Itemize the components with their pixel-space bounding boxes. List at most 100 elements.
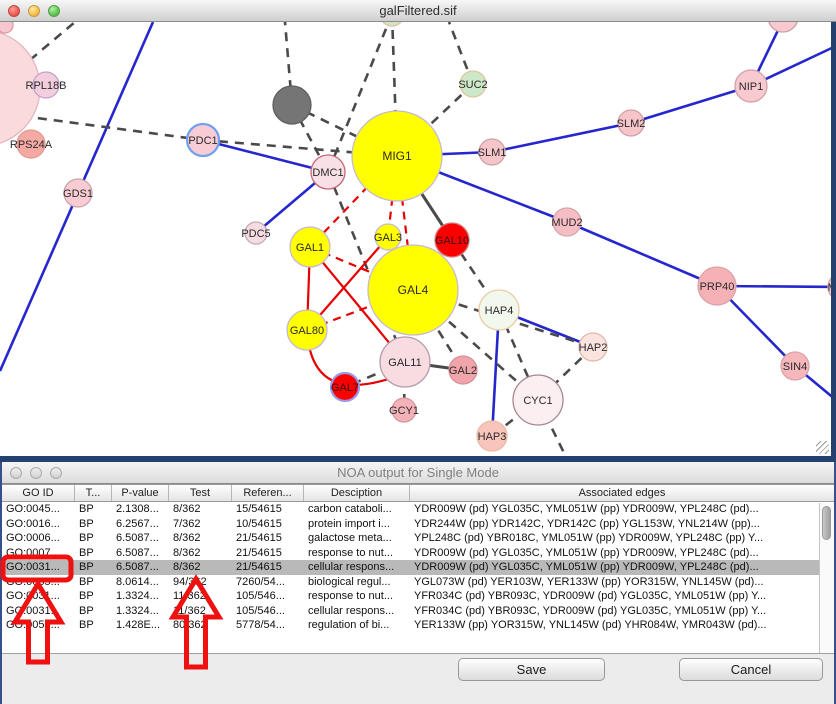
node-label: HAP3 <box>478 431 507 443</box>
table-cell: GO:0031... <box>2 604 75 619</box>
network-canvas[interactable]: RPL18BRPS24AGDS1PDC1PDC5DMC1SUC2SLM1SLM2… <box>0 22 836 456</box>
table-row[interactable]: GO:0065...BP8.0614...94/3627260/54...bio… <box>2 575 834 590</box>
table-cell: BP <box>75 575 112 590</box>
table-cell: YFR034C (pd) YBR093C, YDR009W (pd) YGL03… <box>410 589 834 604</box>
edge[interactable] <box>30 22 75 60</box>
node-label: GAL11 <box>388 357 421 369</box>
table-cell: carbon cataboli... <box>304 502 410 517</box>
table-cell: cellular respons... <box>304 560 410 575</box>
table-cell: biological regul... <box>304 575 410 590</box>
table-row[interactable]: GO:0031...BP1.3324...11/362105/546...res… <box>2 589 834 604</box>
table-cell: BP <box>75 546 112 561</box>
table-cell: 15/54615 <box>232 502 304 517</box>
table-cell: GO:0045... <box>2 502 75 517</box>
table-cell: GO:0031... <box>2 560 75 575</box>
table-cell: 6.2567... <box>112 517 169 532</box>
table-cell: 8/362 <box>169 546 232 561</box>
table-cell: GO:0050... <box>2 618 75 633</box>
table-cell: BP <box>75 618 112 633</box>
network-window-title: galFiltered.sif <box>0 3 836 18</box>
table-cell: 7/362 <box>169 517 232 532</box>
edge[interactable] <box>22 116 203 140</box>
table-cell: 8/362 <box>169 502 232 517</box>
noa-titlebar[interactable]: NOA output for Single Mode <box>2 462 834 484</box>
table-cell: GO:0016... <box>2 517 75 532</box>
table-cell: regulation of bi... <box>304 618 410 633</box>
column-header[interactable]: Test <box>169 485 232 501</box>
network-titlebar[interactable]: galFiltered.sif <box>0 0 836 22</box>
node-label: SLM2 <box>617 118 646 130</box>
table-cell: 10/54615 <box>232 517 304 532</box>
table-cell: 6.5087... <box>112 546 169 561</box>
table-cell: YPL248C (pd) YBR018C, YML051W (pp) YDR00… <box>410 531 834 546</box>
node-label: RPL18B <box>26 80 67 92</box>
table-header[interactable]: GO IDT...P-valueTestReferen...Desciption… <box>2 485 834 502</box>
column-header[interactable]: GO ID <box>2 485 75 501</box>
table-cell: YDR009W (pd) YGL035C, YML051W (pp) YDR00… <box>410 560 834 575</box>
noa-window: NOA output for Single Mode GO IDT...P-va… <box>0 462 836 704</box>
scrollbar-thumb[interactable] <box>822 506 831 540</box>
table-cell: protein import i... <box>304 517 410 532</box>
window-edge-right <box>831 22 836 462</box>
table-cell: 105/546... <box>232 604 304 619</box>
results-table: GO IDT...P-valueTestReferen...Desciption… <box>2 484 834 654</box>
edge[interactable] <box>631 86 751 123</box>
network-window: galFiltered.sif RPL18BRPS24AGDS1PDC1PDC5… <box>0 0 836 462</box>
table-row[interactable]: GO:0006...BP6.5087...8/36221/54615galact… <box>2 531 834 546</box>
node-label: MIG1 <box>382 149 412 163</box>
desktop: galFiltered.sif RPL18BRPS24AGDS1PDC1PDC5… <box>0 0 836 704</box>
node-label: HAP2 <box>579 342 608 354</box>
table-cell: 1.428E... <box>112 618 169 633</box>
table-cell: galactose meta... <box>304 531 410 546</box>
table-cell: BP <box>75 589 112 604</box>
node-label: CYC1 <box>523 395 552 407</box>
resize-grip[interactable] <box>816 441 829 454</box>
table-cell: BP <box>75 604 112 619</box>
table-cell: YDR244W (pp) YDR142C, YDR142C (pp) YGL15… <box>410 517 834 532</box>
edge[interactable] <box>203 140 328 172</box>
table-row[interactable]: GO:0031...BP6.5087...8/36221/54615cellul… <box>2 560 834 575</box>
edge[interactable] <box>492 123 631 152</box>
column-header[interactable]: P-value <box>112 485 169 501</box>
table-cell: 2.1308... <box>112 502 169 517</box>
node-label: PRP40 <box>700 281 735 293</box>
table-cell: 21/54615 <box>232 560 304 575</box>
table-cell: GO:0006... <box>2 531 75 546</box>
table-cell: 1.3324... <box>112 589 169 604</box>
table-row[interactable]: GO:0050...BP1.428E...80/3625778/54...reg… <box>2 618 834 633</box>
table-cell: 8/362 <box>169 531 232 546</box>
node-dark-node[interactable] <box>273 86 311 124</box>
table-row[interactable]: GO:0045...BP2.1308...8/36215/54615carbon… <box>2 502 834 517</box>
cancel-button[interactable]: Cancel <box>679 658 823 681</box>
node-label: DMC1 <box>312 167 343 179</box>
table-row[interactable]: GO:0007...BP6.5087...8/36221/54615respon… <box>2 546 834 561</box>
edge[interactable] <box>567 222 717 286</box>
table-cell: 6.5087... <box>112 560 169 575</box>
table-row[interactable]: GO:0031...BP1.3324...11/362105/546...cel… <box>2 604 834 619</box>
column-header[interactable]: Referen... <box>232 485 304 501</box>
table-cell: 21/54615 <box>232 531 304 546</box>
table-cell: YDR009W (pd) YGL035C, YML051W (pp) YDR00… <box>410 546 834 561</box>
table-row[interactable]: GO:0016...BP6.2567...7/36210/54615protei… <box>2 517 834 532</box>
node-label: SIN4 <box>783 361 807 373</box>
noa-window-title: NOA output for Single Mode <box>2 465 834 480</box>
table-cell: response to nut... <box>304 589 410 604</box>
node-label: SLM1 <box>478 147 507 159</box>
node-green-clip[interactable] <box>380 22 404 26</box>
table-cell: BP <box>75 502 112 517</box>
column-header[interactable]: Associated edges <box>410 485 834 501</box>
node-label: GAL80 <box>290 325 324 337</box>
node-clip-topleft[interactable] <box>0 22 13 33</box>
table-cell: GO:0007... <box>2 546 75 561</box>
node-pink-clip[interactable] <box>768 22 798 32</box>
vertical-scrollbar[interactable] <box>819 503 834 653</box>
save-button[interactable]: Save <box>458 658 605 681</box>
column-header[interactable]: T... <box>75 485 112 501</box>
table-cell: 11/362 <box>169 604 232 619</box>
column-header[interactable]: Desciption <box>304 485 410 501</box>
table-cell: 80/362 <box>169 618 232 633</box>
table-cell: cellular respons... <box>304 604 410 619</box>
table-cell: GO:0065... <box>2 575 75 590</box>
table-cell: GO:0031... <box>2 589 75 604</box>
table-cell: YER133W (pp) YOR315W, YNL145W (pd) YHR08… <box>410 618 834 633</box>
